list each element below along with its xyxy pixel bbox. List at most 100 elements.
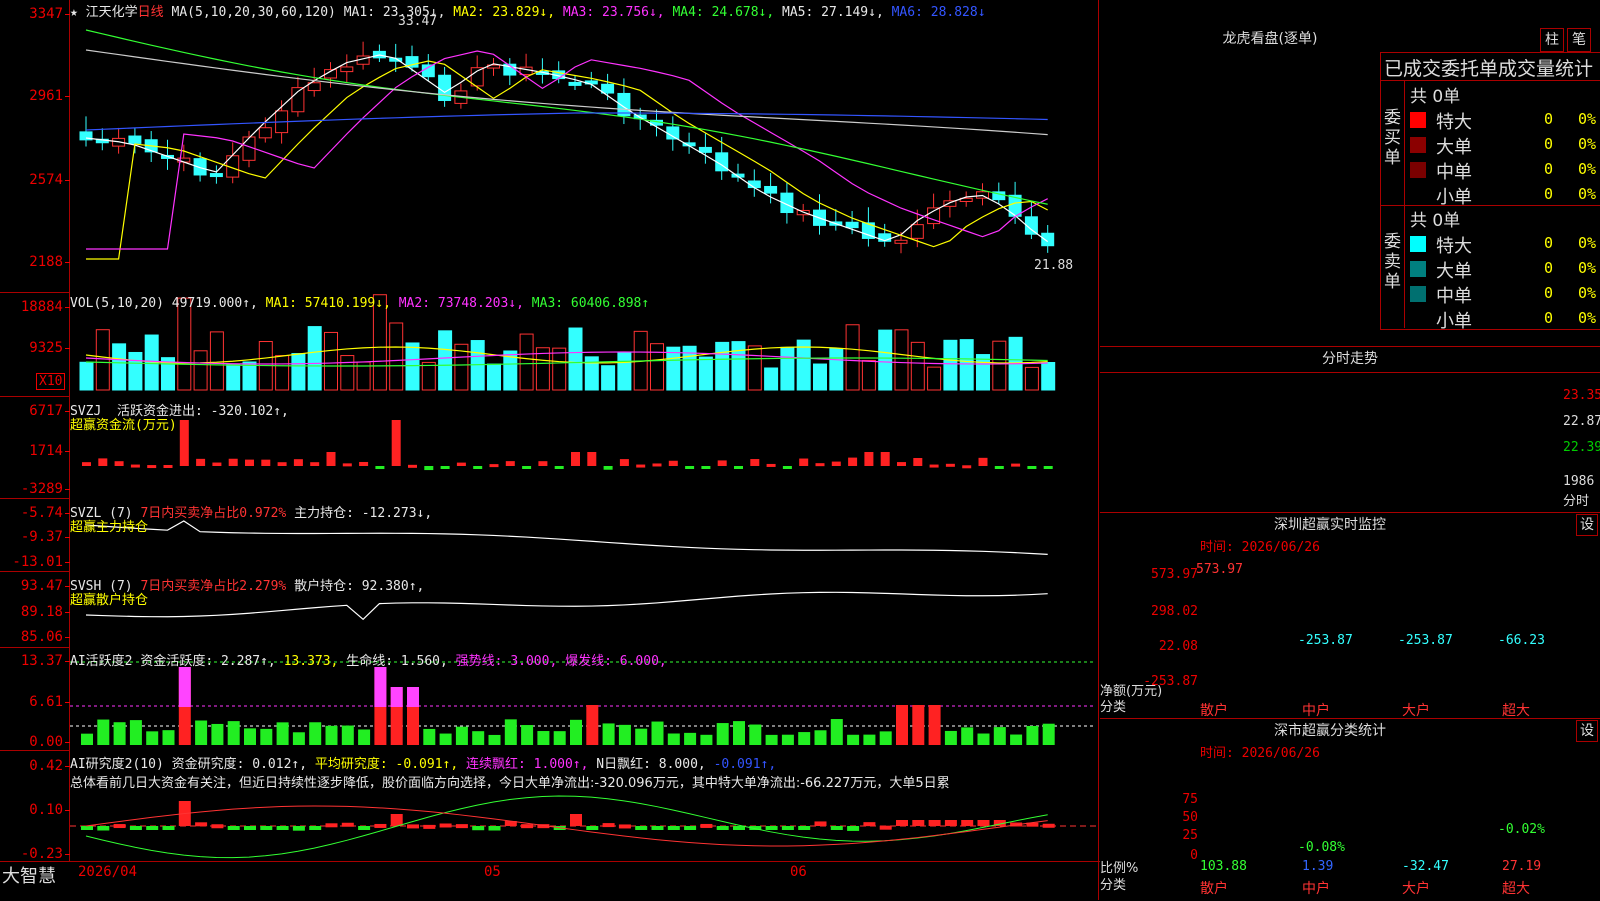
price-candle <box>910 224 924 239</box>
svzl-subtitle: 超赢主力持仓 <box>70 520 149 535</box>
sz-class-title: 深市超赢分类统计 <box>1274 723 1386 739</box>
sell-orders-label: 委卖单 <box>1384 232 1401 292</box>
fund-flow-bar <box>1011 463 1021 467</box>
fund-flow-bar <box>1027 466 1037 469</box>
sz-monitor-unit2: 分类 <box>1100 700 1127 715</box>
fund-flow-bar <box>147 465 157 469</box>
fund-flow-bar <box>848 457 858 466</box>
volume-bar <box>731 341 746 391</box>
activity-bar <box>309 722 322 745</box>
sz-monitor-category: 散户 <box>1200 703 1228 719</box>
buy-row-label: 中单 <box>1436 162 1472 183</box>
ma6-value: MA6: 28.828↓ <box>891 5 986 20</box>
tick-view-button[interactable]: 笔 <box>1567 28 1591 52</box>
research-bar <box>260 826 273 830</box>
fund-flow-bar <box>815 463 825 467</box>
longhu-title: 龙虎看盘(逐单) <box>1222 31 1318 47</box>
sz-class-tick: 0 <box>1190 848 1198 863</box>
sz-class-settings-button[interactable]: 设 <box>1576 720 1598 742</box>
vol-header: VOL(5,10,20) 49719.000↑, MA1: 57410.199↓… <box>70 296 649 311</box>
fund-flow-bar <box>652 463 662 467</box>
activity-bar <box>244 728 256 745</box>
research-bar <box>684 826 697 830</box>
buy-row-count: 0 <box>1544 135 1554 153</box>
buy-orders-label: 委买单 <box>1384 108 1401 168</box>
price-candle <box>764 185 778 194</box>
buy-row-count: 0 <box>1544 160 1554 178</box>
ma3-value: MA3: 23.756↓, <box>562 5 665 20</box>
divider <box>1100 718 1600 719</box>
activity-bar <box>814 730 827 745</box>
ai-active-desc4: 强势线: 3.000, <box>455 654 558 669</box>
activity-bar <box>798 732 811 745</box>
volume-bar <box>128 351 143 391</box>
sz-class-top-value: -0.02% <box>1498 822 1545 837</box>
fund-flow-bar <box>636 464 646 468</box>
volume-bar <box>209 331 224 391</box>
sz-monitor-category: 中户 <box>1302 703 1330 719</box>
activity-bar <box>651 721 664 745</box>
research-bar <box>586 826 599 830</box>
sz-monitor-category: 大户 <box>1402 703 1430 719</box>
column-view-button[interactable]: 柱 <box>1540 28 1564 52</box>
research-bar <box>912 820 925 826</box>
sz-monitor-time: 时间: 2026/06/26 <box>1200 540 1320 555</box>
fund-flow-bar <box>717 460 727 466</box>
buy-row-label: 小单 <box>1436 187 1472 208</box>
activity-bar <box>749 724 762 745</box>
volume-bar <box>878 329 893 391</box>
volume-bar <box>813 363 827 391</box>
volume-bar <box>617 351 632 391</box>
fund-flow-bar <box>750 459 760 466</box>
sz-monitor-settings-button[interactable]: 设 <box>1576 514 1598 536</box>
activity-bar <box>928 705 941 745</box>
period-label[interactable]: 日线 <box>138 5 164 20</box>
price-candle <box>340 66 354 73</box>
fund-flow-bar <box>261 459 271 466</box>
sz-class-bottom-value: -32.47 <box>1402 859 1449 874</box>
svzl-desc1: 7日内买卖净占比0.972% <box>140 506 287 521</box>
volume-bar <box>568 327 583 391</box>
volume-bar <box>177 297 192 391</box>
intraday-tick: 22.87 <box>1563 414 1600 429</box>
research-bar <box>814 821 827 826</box>
research-bar <box>358 826 371 830</box>
volume-bar <box>340 355 355 391</box>
fund-flow-bar <box>603 466 613 470</box>
fund-flow-bar <box>310 462 320 466</box>
price-candle <box>698 146 712 153</box>
research-bar <box>830 826 843 830</box>
fund-flow-bar <box>424 466 434 471</box>
high-price-annotation: 33.47 <box>398 14 438 29</box>
research-bar <box>472 826 485 831</box>
svsh-subtitle: 超赢散户持仓 <box>70 593 149 608</box>
fund-flow-bar <box>1043 466 1053 469</box>
favorite-star-icon[interactable]: ★ <box>70 5 78 20</box>
sell-row-count: 0 <box>1544 309 1554 327</box>
sz-class-category: 超大 <box>1502 881 1530 897</box>
activity-bar <box>912 705 925 745</box>
activity-bar <box>292 732 305 745</box>
activity-bar <box>129 720 142 745</box>
activity-bar <box>455 726 468 745</box>
research-bar <box>928 820 941 826</box>
longhu-section-title: 已成交委托单成交量统计 <box>1384 58 1594 80</box>
stock-name[interactable]: 江天化学 <box>86 5 138 20</box>
research-bar <box>325 823 338 828</box>
ma1-line <box>85 54 1049 243</box>
fund-flow-bar <box>342 463 352 467</box>
sz-monitor-tick: 298.02 <box>1151 604 1198 619</box>
volume-bar <box>715 341 730 391</box>
volume-bar <box>226 363 241 391</box>
activity-bar <box>1010 734 1023 745</box>
ai-research-desc3: 连续飘红: 1.000↑, <box>466 757 589 772</box>
svzl-desc2: 主力持仓: -12.273↓, <box>294 506 433 521</box>
price-header: ★ 江天化学日线 MA(5,10,20,30,60,120) MA1: 23.3… <box>70 1 986 20</box>
fund-flow-bar <box>277 462 287 466</box>
volume-bar <box>764 367 779 391</box>
activity-bar <box>847 734 860 745</box>
activity-bar <box>570 719 582 745</box>
fund-flow-bar <box>179 420 189 466</box>
activity-bar <box>504 719 517 745</box>
buy-swatch <box>1410 162 1426 178</box>
